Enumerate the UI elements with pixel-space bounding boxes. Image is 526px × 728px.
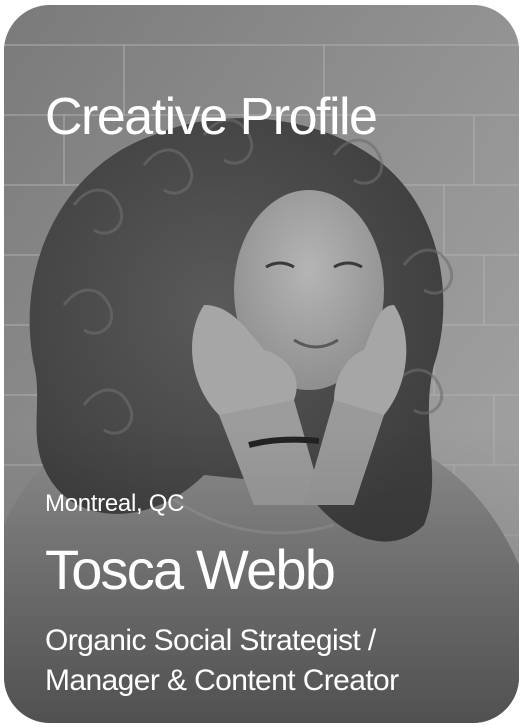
role-line-2: Manager & Content Creator bbox=[45, 664, 399, 697]
role-line-1: Organic Social Strategist / bbox=[45, 624, 376, 657]
profile-role: Organic Social Strategist / Manager & Co… bbox=[45, 621, 399, 701]
profile-card: Creative Profile Montreal, QC Tosca Webb… bbox=[4, 5, 519, 723]
card-title: Creative Profile bbox=[45, 88, 378, 146]
location-label: Montreal, QC bbox=[45, 490, 185, 517]
profile-name: Tosca Webb bbox=[45, 538, 336, 601]
